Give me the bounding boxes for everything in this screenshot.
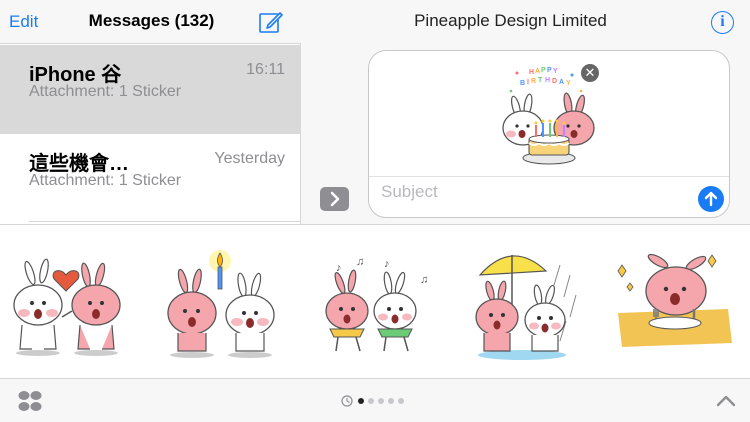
sticker-bunnies-heart[interactable] <box>0 225 150 379</box>
expand-apps-button[interactable] <box>320 187 349 211</box>
svg-text:B: B <box>520 80 525 87</box>
svg-text:D: D <box>552 78 557 85</box>
chat-title: Pineapple Design Limited <box>414 11 607 30</box>
conversation-list-header: Edit Messages (132) <box>0 0 301 44</box>
svg-text:♫: ♫ <box>356 256 364 268</box>
sticker-bunnies-candle[interactable] <box>150 225 300 379</box>
page-dot[interactable] <box>378 398 384 404</box>
sticker-tray: ♪ ♫ ♪ ♫ <box>0 224 750 378</box>
svg-text:P: P <box>547 67 552 74</box>
svg-text:A: A <box>559 79 564 86</box>
svg-text:P: P <box>541 67 546 74</box>
row-divider <box>29 221 300 222</box>
svg-text:A: A <box>535 68 540 75</box>
conversation-time: Yesterday <box>214 150 285 167</box>
info-icon[interactable]: i <box>711 11 734 34</box>
send-button[interactable] <box>698 186 724 212</box>
svg-text:H: H <box>529 69 534 76</box>
page-indicator[interactable] <box>341 395 411 407</box>
chat-header: Pineapple Design Limited i <box>301 0 750 44</box>
message-compose-box: HAPPY BIRTHDAY ✕ Subject <box>368 50 730 218</box>
compose-icon[interactable] <box>259 10 283 34</box>
svg-text:H: H <box>545 77 550 84</box>
app-grid-icon[interactable] <box>18 390 42 412</box>
conversation-item[interactable]: iPhone 谷 16:11 Attachment: 1 Sticker <box>0 45 301 134</box>
svg-text:♫: ♫ <box>420 274 428 286</box>
arrow-up-icon <box>704 191 718 207</box>
svg-text:Y: Y <box>553 68 558 75</box>
svg-text:T: T <box>538 77 543 84</box>
page-dot[interactable] <box>398 398 404 404</box>
remove-attachment-icon[interactable]: ✕ <box>581 64 599 82</box>
svg-text:R: R <box>531 78 536 85</box>
page-dot[interactable] <box>388 398 394 404</box>
chevron-up-icon[interactable] <box>715 391 737 411</box>
svg-text:I: I <box>527 79 529 86</box>
page-title: Messages (132) <box>88 11 215 30</box>
recent-clock-icon <box>341 395 353 407</box>
chevron-right-icon <box>330 191 340 207</box>
conversation-time: 16:11 <box>246 61 285 78</box>
imessage-app: Edit Messages (132) iPhone 谷 16:11 Attac… <box>0 0 750 422</box>
sticker-bunny-eating[interactable] <box>600 225 750 379</box>
conversation-preview: Attachment: 1 Sticker <box>29 83 182 100</box>
svg-text:♪: ♪ <box>384 258 390 270</box>
conversation-preview: Attachment: 1 Sticker <box>29 172 182 189</box>
page-dot[interactable] <box>358 398 364 404</box>
page-dot[interactable] <box>368 398 374 404</box>
conversation-list-pane: Edit Messages (132) iPhone 谷 16:11 Attac… <box>0 0 301 224</box>
attached-sticker[interactable]: HAPPY BIRTHDAY ✕ <box>369 51 731 176</box>
svg-text:Y: Y <box>566 80 571 87</box>
birthday-sticker-image: HAPPY BIRTHDAY <box>502 67 595 165</box>
app-drawer-bar <box>0 378 750 422</box>
conversation-item[interactable]: 這些機會… Yesterday Attachment: 1 Sticker <box>0 134 301 223</box>
chat-pane: Pineapple Design Limited i HAPPY BIRTHDA… <box>301 0 750 224</box>
sticker-bunnies-dancing[interactable]: ♪ ♫ ♪♫ <box>300 225 450 379</box>
subject-divider <box>369 176 729 177</box>
subject-input[interactable] <box>381 182 681 202</box>
sticker-bunnies-umbrella[interactable] <box>450 225 600 379</box>
